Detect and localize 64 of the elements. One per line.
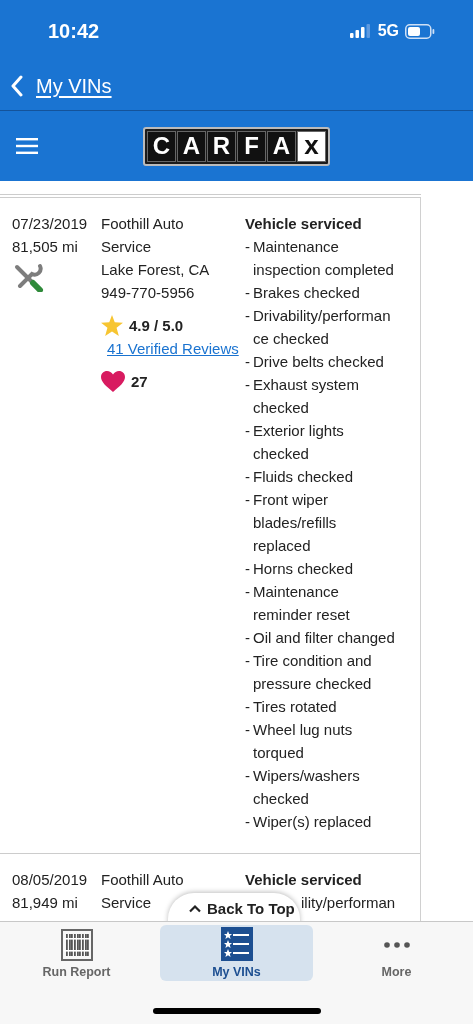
reviews-link[interactable]: 41 Verified Reviews <box>107 337 239 360</box>
service-item: ility/performan <box>301 893 396 913</box>
back-to-top-button[interactable]: Back To Top <box>168 893 300 921</box>
shop-name: Foothill Auto Service <box>101 214 185 257</box>
odometer-reading: 81,949 mi <box>12 893 79 913</box>
service-item: Fluids checked <box>253 467 355 487</box>
back-link[interactable]: My VINs <box>10 74 112 98</box>
star-list-icon <box>220 927 253 961</box>
star-icon <box>101 315 123 336</box>
caret-up-icon <box>188 903 202 913</box>
tab[interactable]: Run Report <box>0 925 153 981</box>
bullet-dash: - <box>245 812 250 832</box>
service-date: 08/05/2019 <box>12 870 89 890</box>
bullet-dash: - <box>245 352 250 372</box>
shop-location: Lake Forest, CA <box>101 260 211 280</box>
service-item: Exhaust system checked <box>253 375 360 418</box>
service-item: Tires rotated <box>253 697 338 717</box>
service-item: Tire condition and pressure checked <box>253 651 373 694</box>
network-label: 5G <box>377 22 399 40</box>
bullet-dash: - <box>245 490 250 510</box>
odometer-reading: 81,505 mi <box>12 237 79 257</box>
tab[interactable]: More <box>320 925 473 981</box>
service-item: Brakes checked <box>253 283 361 303</box>
service-item: Wipers/washers checked <box>253 766 361 809</box>
bullet-dash: - <box>245 237 250 257</box>
barcode-icon <box>60 929 93 961</box>
menu-icon[interactable] <box>16 138 38 154</box>
favorites-count: 27 <box>131 372 148 392</box>
back-chevron-icon[interactable] <box>10 75 24 97</box>
service-item: Exterior lights checked <box>253 421 345 464</box>
signal-icon <box>349 24 372 38</box>
rating-value: 4.9 / 5.0 <box>129 316 184 336</box>
bullet-dash: - <box>245 559 250 579</box>
tab[interactable]: My VINs <box>160 925 313 981</box>
service-item: Maintenance inspection completed <box>253 237 395 280</box>
service-item: Maintenance reminder reset <box>253 582 351 625</box>
service-item: Drive belts checked <box>253 352 385 372</box>
bullet-dash: - <box>245 697 250 717</box>
bullet-dash: - <box>245 766 250 786</box>
service-item: Front wiper blades/refills replaced <box>253 490 338 556</box>
record-title: Vehicle serviced <box>245 870 363 890</box>
carfax-logo: C A R F A x <box>143 126 330 166</box>
bullet-dash: - <box>245 283 250 303</box>
service-item: Horns checked <box>253 559 355 579</box>
bullet-dash: - <box>245 375 250 395</box>
bullet-dash: - <box>245 720 250 740</box>
service-item: Wiper(s) replaced <box>253 812 373 832</box>
more-dots-icon <box>382 942 411 948</box>
heart-icon <box>101 371 125 392</box>
bullet-dash: - <box>245 651 250 671</box>
status-time: 10:42 <box>48 19 100 43</box>
bullet-dash: - <box>245 628 250 648</box>
tools-icon <box>14 262 44 292</box>
service-item: Oil and filter changed <box>253 628 396 648</box>
service-item: Wheel lug nuts torqued <box>253 720 354 763</box>
bullet-dash: - <box>245 421 250 441</box>
service-item: Drivability/performance checked <box>253 306 392 349</box>
bullet-dash: - <box>245 467 250 487</box>
shop-phone: 949-770-5956 <box>101 283 196 303</box>
service-date: 07/23/2019 <box>12 214 89 234</box>
record-title: Vehicle serviced <box>245 214 363 234</box>
bullet-dash: - <box>245 582 250 602</box>
battery-icon <box>405 23 435 39</box>
bullet-dash: - <box>245 306 250 326</box>
